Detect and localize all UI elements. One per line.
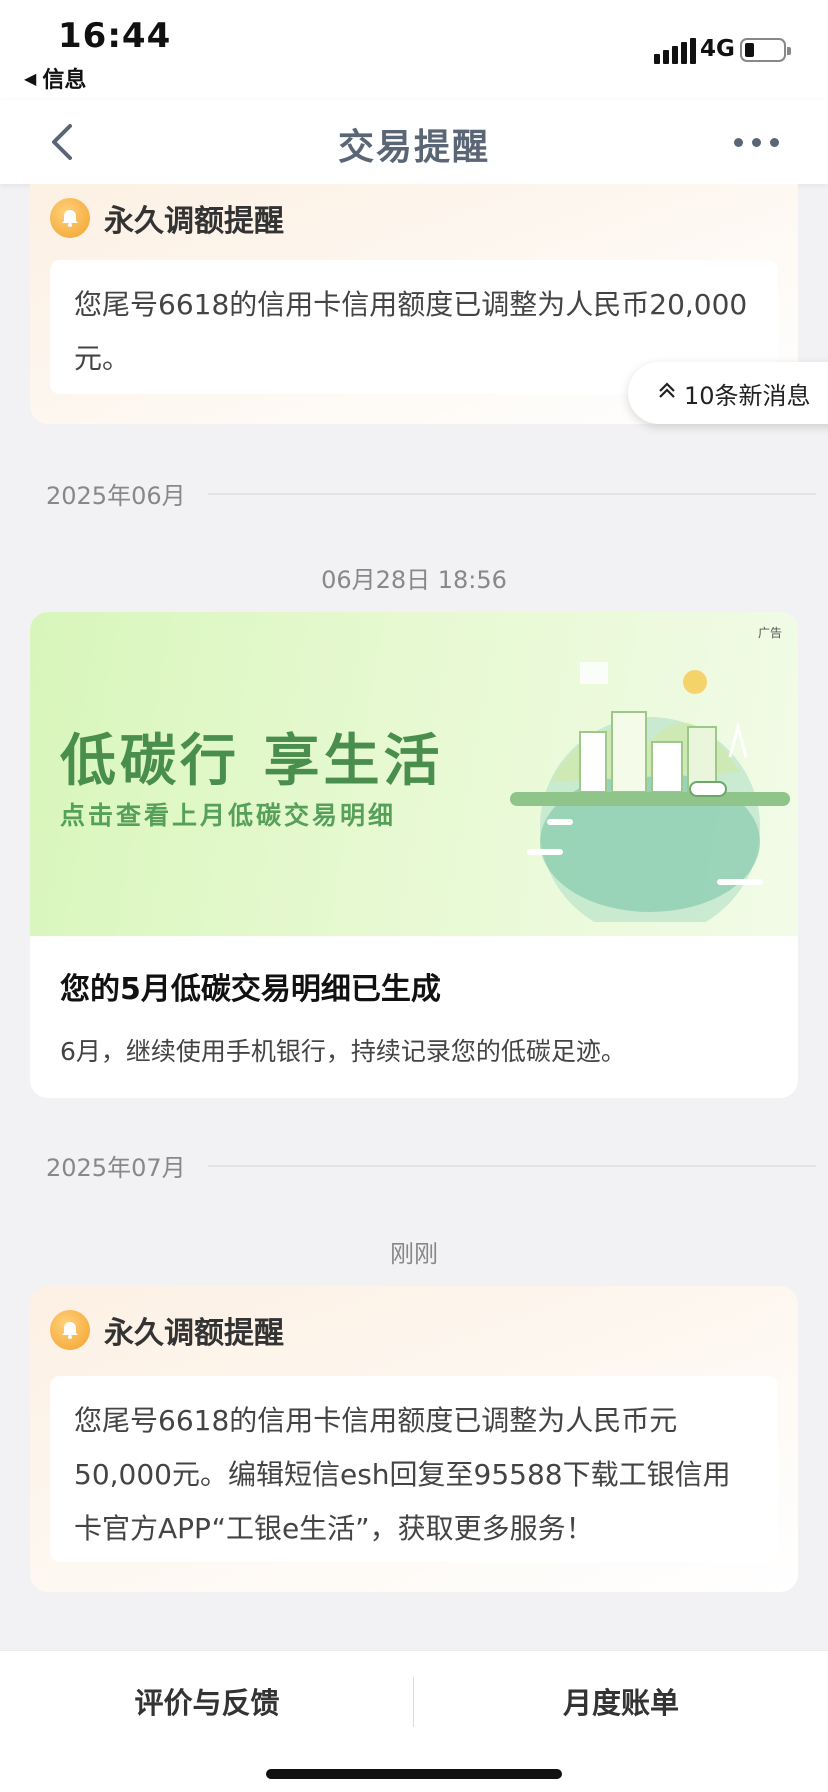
more-icon[interactable] [734,138,779,147]
ad-card[interactable]: 广告 低碳行 享生活 点击查看上月低碳交易明细 您的5月低碳交易明细已生成 6月… [30,612,798,1098]
bottom-bar: 评价与反馈 月度账单 [0,1650,828,1792]
notice-header: 永久调额提醒 [50,196,284,240]
feedback-button[interactable]: 评价与反馈 [0,1651,414,1751]
bell-icon [50,198,90,238]
message-timestamp: 刚刚 [390,1240,438,1268]
notice-title: 永久调额提醒 [104,1316,284,1351]
ad-tag: 广告 [757,626,782,640]
month-separator: 2025年07月 [46,1148,816,1183]
divider [207,492,816,495]
signal-icon [654,38,696,64]
status-time: 16:44 [58,16,172,56]
month-label: 2025年06月 [46,482,186,510]
notice-card: 永久调额提醒 您尾号6618的信用卡信用额度已调整为人民币元50,000元。编辑… [30,1286,798,1592]
double-chevron-up-icon [656,379,678,407]
message-timestamp: 06月28日 18:56 [321,566,507,594]
home-indicator[interactable] [266,1769,562,1779]
eco-city-illustration [490,652,790,937]
network-type: 4G [700,36,735,62]
battery-icon [740,38,791,62]
back-app-label: 信息 [42,68,87,93]
notice-title: 永久调额提醒 [104,204,284,239]
notice-body: 您尾号6618的信用卡信用额度已调整为人民币元50,000元。编辑短信esh回复… [50,1376,778,1562]
ad-subheadline: 点击查看上月低碳交易明细 [60,801,397,830]
ad-subtitle: 6月，继续使用手机银行，持续记录您的低碳足迹。 [60,1037,626,1066]
monthly-bill-button[interactable]: 月度账单 [414,1651,828,1751]
ad-headline: 低碳行 享生活 [60,729,444,794]
new-messages-button[interactable]: 10条新消息 [628,362,828,424]
back-to-app-link[interactable]: ◀ 信息 [24,62,86,94]
nav-bar: 交易提醒 [0,100,828,184]
back-triangle-icon: ◀ [24,68,37,88]
divider [207,1164,816,1167]
bell-icon [50,1310,90,1350]
ad-title: 您的5月低碳交易明细已生成 [60,972,441,1007]
new-messages-label: 10条新消息 [684,381,811,410]
month-label: 2025年07月 [46,1154,186,1182]
status-bar: 16:44 ◀ 信息 4G [0,0,828,100]
notice-header: 永久调额提醒 [50,1308,284,1352]
month-separator: 2025年06月 [46,476,816,511]
page-title: 交易提醒 [337,127,490,168]
ad-banner[interactable]: 广告 低碳行 享生活 点击查看上月低碳交易明细 [30,612,798,937]
